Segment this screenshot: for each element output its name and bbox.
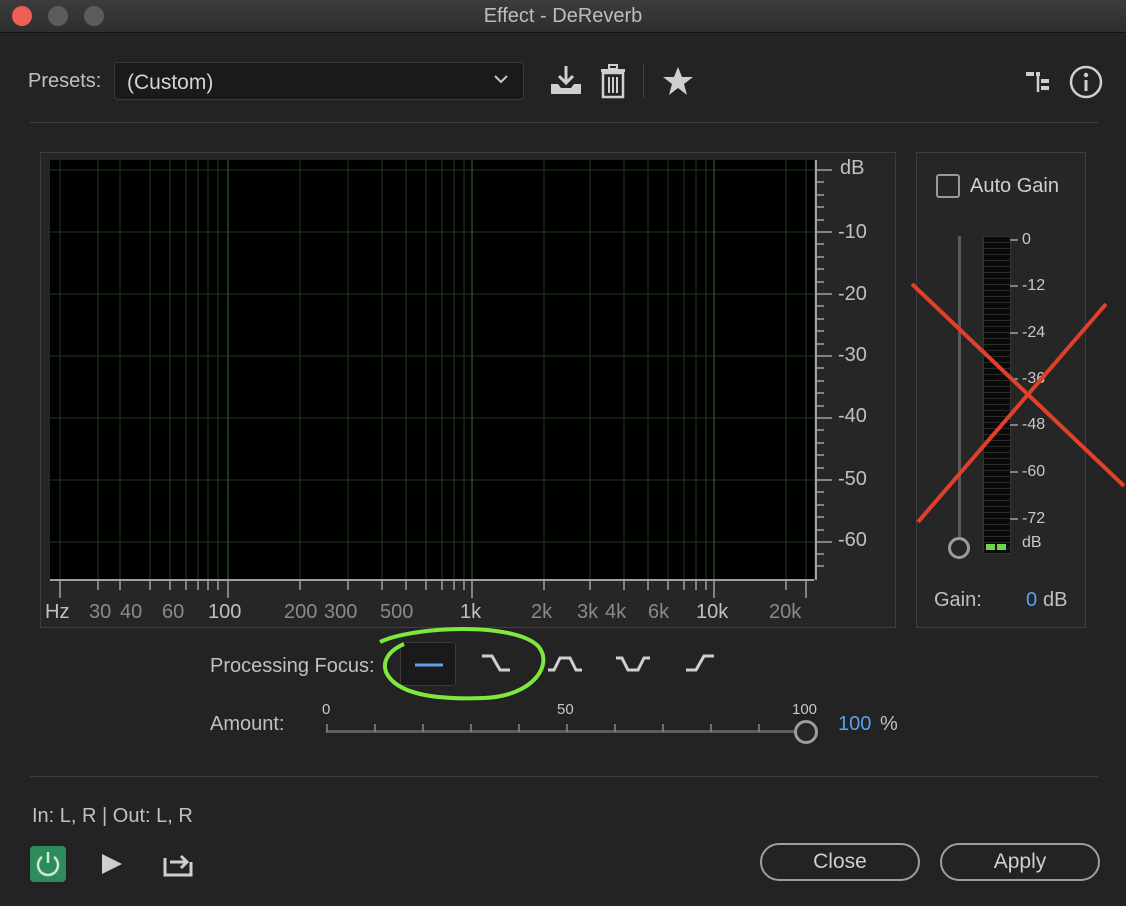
io-channels: In: L, R | Out: L, R [32,805,193,827]
close-button[interactable]: Close [760,843,920,881]
db-label-30: -30 [838,344,867,366]
auto-gain-label: Auto Gain [970,175,1059,197]
amount-scale-0: 0 [322,701,331,718]
trash-icon[interactable] [598,64,628,100]
presets-label: Presets: [28,70,102,92]
frequency-plot[interactable] [50,160,814,580]
hz-label-1k: 1k [460,601,482,623]
hz-label-60: 60 [162,601,185,623]
hz-label-30: 30 [89,601,112,623]
star-favorite-icon[interactable] [662,66,694,96]
hz-label-3k: 3k [577,601,599,623]
hz-label-10k: 10k [696,601,729,623]
amount-scale-100: 100 [792,701,818,718]
routing-icon[interactable] [1024,68,1052,96]
amount-unit: % [880,713,898,735]
gain-slider-knob[interactable] [948,537,970,559]
meter-level-left [986,544,995,550]
info-icon[interactable] [1068,64,1104,100]
hz-label-4k: 4k [605,601,627,623]
meter-level-right [997,544,1006,550]
hz-label-100: 100 [208,601,242,623]
bottom-divider [30,776,1098,777]
hz-label-300: 300 [324,601,358,623]
green-circle-annotation [379,627,546,701]
top-divider [30,122,1098,123]
hz-label-500: 500 [380,601,414,623]
db-label-40: -40 [838,405,867,427]
db-label-50: -50 [838,468,867,490]
amount-label: Amount: [210,713,285,735]
power-icon [36,852,60,877]
db-axis-ticks [815,160,832,580]
chevron-down-icon [494,75,508,84]
db-label-20: -20 [838,283,867,305]
hz-label-2k: 2k [531,601,553,623]
hz-axis-ticks [50,579,814,598]
play-icon[interactable] [100,852,124,876]
db-label-unit: dB [840,157,865,179]
apply-button[interactable]: Apply [940,843,1100,881]
hz-label-6k: 6k [648,601,670,623]
red-x-annotation [910,282,1126,524]
meter-label-db: dB [1022,534,1042,551]
processing-focus-label: Processing Focus: [210,655,375,677]
hz-label-unit: Hz [45,601,70,623]
gain-value[interactable]: 0 [1026,589,1037,612]
amount-value[interactable]: 100 [838,713,871,736]
amount-slider-ticks [326,724,760,732]
notch-focus-icon [616,656,650,672]
hz-label-20k: 20k [769,601,802,623]
download-preset-icon[interactable] [548,64,584,98]
loop-icon[interactable] [162,848,194,878]
high-focus-icon [686,654,714,672]
window-title: Effect - DeReverb [483,5,643,27]
gain-unit: dB [1043,589,1068,611]
focus-high-button[interactable] [672,642,728,686]
db-label-60: -60 [838,529,867,551]
presets-value: (Custom) [127,71,214,94]
power-toggle-button[interactable] [30,846,66,882]
auto-gain-checkbox[interactable] [936,174,960,198]
hz-label-40: 40 [120,601,143,623]
amount-scale-50: 50 [557,701,574,718]
gain-label: Gain: [934,589,982,611]
focus-notch-button[interactable] [604,642,660,686]
hz-label-200: 200 [284,601,318,623]
toolbar-divider [643,64,644,98]
amount-slider-knob[interactable] [794,720,818,744]
db-label-10: -10 [838,221,867,243]
presets-dropdown[interactable]: (Custom) [114,62,524,100]
meter-label-0: 0 [1022,231,1031,248]
title-bar: Effect - DeReverb [0,0,1126,33]
